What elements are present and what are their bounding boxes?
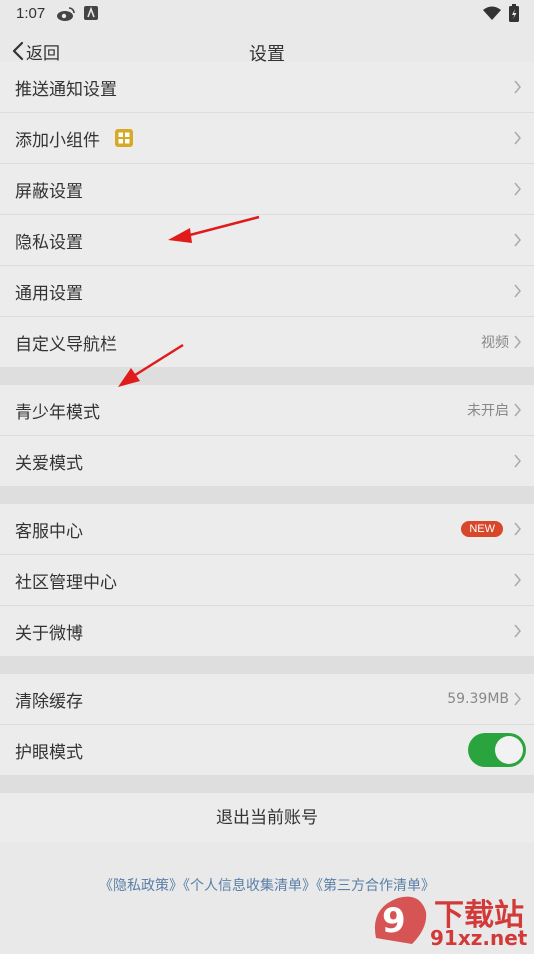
app-notification-icon — [84, 6, 98, 24]
settings-group-general: 推送通知设置 添加小组件 屏蔽设置 隐私设置 通用设置 自定义导航栏 视频 青少… — [0, 62, 534, 843]
status-bar: 1:07 — [0, 0, 534, 28]
privacy-policy-link[interactable]: 《隐私政策》 — [99, 878, 183, 894]
settings-row-about[interactable]: 关于微博 — [0, 606, 534, 656]
settings-row-community-center[interactable]: 社区管理中心 — [0, 555, 534, 606]
row-label: 屏蔽设置 — [15, 182, 83, 202]
watermark-digits: 9 — [382, 901, 406, 941]
settings-row-eye-care: 护眼模式 — [0, 725, 534, 775]
section-divider — [0, 367, 534, 385]
toggle-knob — [495, 736, 523, 764]
section-divider — [0, 486, 534, 504]
logout-button[interactable]: 退出当前账号 — [0, 793, 534, 843]
section-divider — [0, 775, 534, 793]
row-label: 添加小组件 — [15, 131, 100, 151]
row-label: 客服中心 — [15, 522, 83, 542]
status-time: 1:07 — [16, 5, 46, 22]
settings-row-custom-nav[interactable]: 自定义导航栏 视频 — [0, 317, 534, 367]
row-label: 自定义导航栏 — [15, 335, 117, 355]
row-label: 隐私设置 — [15, 233, 83, 253]
chevron-right-icon — [514, 624, 521, 638]
settings-row-push-notifications[interactable]: 推送通知设置 — [0, 62, 534, 113]
row-label: 清除缓存 — [15, 692, 83, 712]
settings-row-customer-service[interactable]: 客服中心 NEW — [0, 504, 534, 555]
settings-row-care-mode[interactable]: 关爱模式 — [0, 436, 534, 486]
new-badge: NEW — [461, 521, 503, 537]
chevron-right-icon — [514, 131, 521, 145]
chevron-right-icon — [514, 573, 521, 587]
chevron-right-icon — [514, 403, 521, 417]
chevron-right-icon — [514, 284, 521, 298]
chevron-right-icon — [514, 182, 521, 196]
row-value: 59.39MB — [447, 691, 509, 707]
chevron-right-icon — [514, 692, 521, 706]
section-divider — [0, 656, 534, 674]
chevron-right-icon — [514, 80, 521, 94]
wifi-icon — [483, 6, 501, 24]
battery-icon — [509, 4, 519, 26]
row-label: 社区管理中心 — [15, 573, 117, 593]
chevron-right-icon — [514, 454, 521, 468]
watermark-logo: 9 下载站 91xz.net — [368, 888, 534, 950]
chevron-right-icon — [514, 522, 521, 536]
row-value: 未开启 — [467, 403, 509, 419]
settings-row-block[interactable]: 屏蔽设置 — [0, 164, 534, 215]
row-label: 推送通知设置 — [15, 80, 117, 100]
row-label: 关爱模式 — [15, 454, 83, 474]
row-label: 通用设置 — [15, 284, 83, 304]
settings-row-clear-cache[interactable]: 清除缓存 59.39MB — [0, 674, 534, 725]
row-value: 视频 — [481, 335, 509, 351]
settings-row-teen-mode[interactable]: 青少年模式 未开启 — [0, 385, 534, 436]
chevron-right-icon — [514, 335, 521, 349]
widget-grid-icon — [115, 129, 133, 151]
watermark-domain: 91xz.net — [430, 926, 528, 950]
eye-care-toggle[interactable] — [468, 733, 526, 767]
personal-info-list-link[interactable]: 《个人信息收集清单》 — [183, 878, 316, 894]
settings-row-general[interactable]: 通用设置 — [0, 266, 534, 317]
row-label: 关于微博 — [15, 624, 83, 644]
row-label: 青少年模式 — [15, 403, 100, 423]
chevron-right-icon — [514, 233, 521, 247]
row-label: 护眼模式 — [15, 743, 83, 763]
weibo-notification-icon — [56, 6, 76, 26]
settings-row-privacy[interactable]: 隐私设置 — [0, 215, 534, 266]
settings-row-add-widget[interactable]: 添加小组件 — [0, 113, 534, 164]
